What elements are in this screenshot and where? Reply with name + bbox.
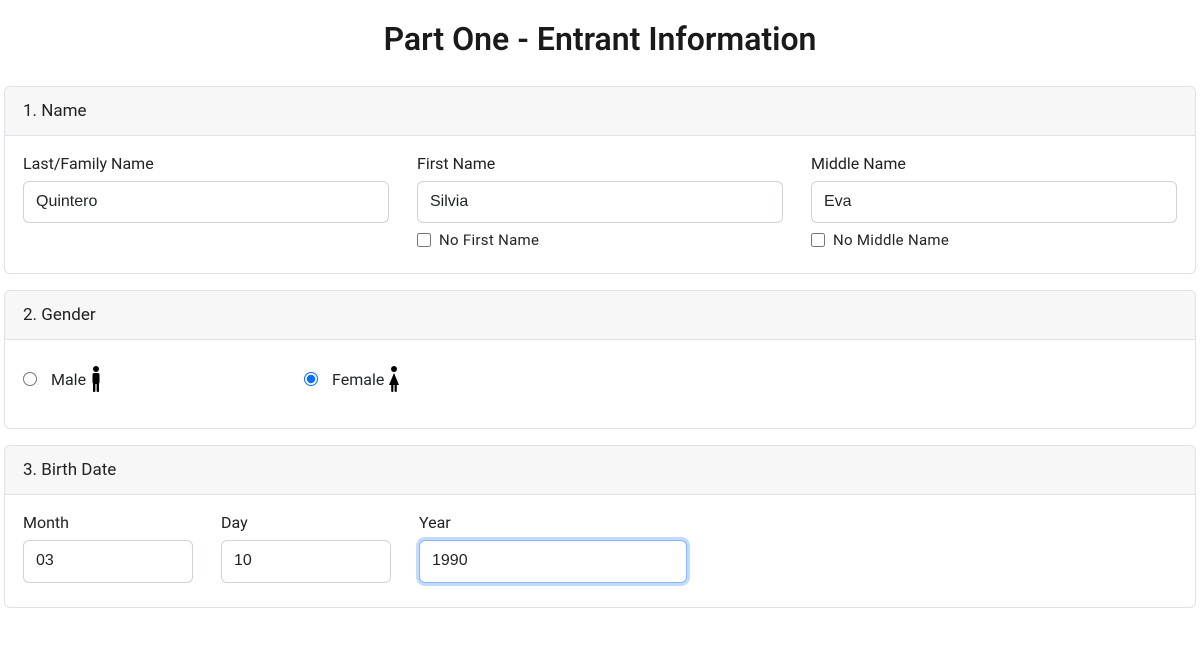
first-name-input[interactable] <box>417 181 783 223</box>
no-first-name-checkbox[interactable] <box>417 233 431 247</box>
page-title: Part One - Entrant Information <box>4 20 1196 58</box>
no-middle-name-checkbox[interactable] <box>811 233 825 247</box>
middle-name-input[interactable] <box>811 181 1177 223</box>
gender-radio-male[interactable] <box>23 372 37 386</box>
first-name-label: First Name <box>417 154 783 173</box>
birth-year-label: Year <box>419 513 687 532</box>
section-gender-header: 2. Gender <box>5 291 1195 340</box>
section-birth-date-header: 3. Birth Date <box>5 446 1195 495</box>
section-name-header: 1. Name <box>5 87 1195 136</box>
gender-female-label: Female <box>332 370 384 389</box>
last-name-label: Last/Family Name <box>23 154 389 173</box>
no-middle-name-label: No Middle Name <box>833 231 949 249</box>
female-icon <box>386 364 402 394</box>
no-first-name-label: No First Name <box>439 231 539 249</box>
birth-month-label: Month <box>23 513 193 532</box>
middle-name-label: Middle Name <box>811 154 1177 173</box>
gender-option-male[interactable]: Male <box>23 364 104 394</box>
section-birth-date: 3. Birth Date Month Day Year <box>4 445 1196 607</box>
gender-radio-female[interactable] <box>304 372 318 386</box>
birth-month-input[interactable] <box>23 540 193 582</box>
birth-day-label: Day <box>221 513 391 532</box>
birth-year-input[interactable] <box>419 540 687 582</box>
gender-option-female[interactable]: Female <box>304 364 402 394</box>
last-name-input[interactable] <box>23 181 389 223</box>
male-icon <box>88 364 104 394</box>
birth-day-input[interactable] <box>221 540 391 582</box>
section-gender: 2. Gender Male <box>4 290 1196 429</box>
section-name: 1. Name Last/Family Name First Name No F… <box>4 86 1196 274</box>
gender-male-label: Male <box>51 370 86 389</box>
